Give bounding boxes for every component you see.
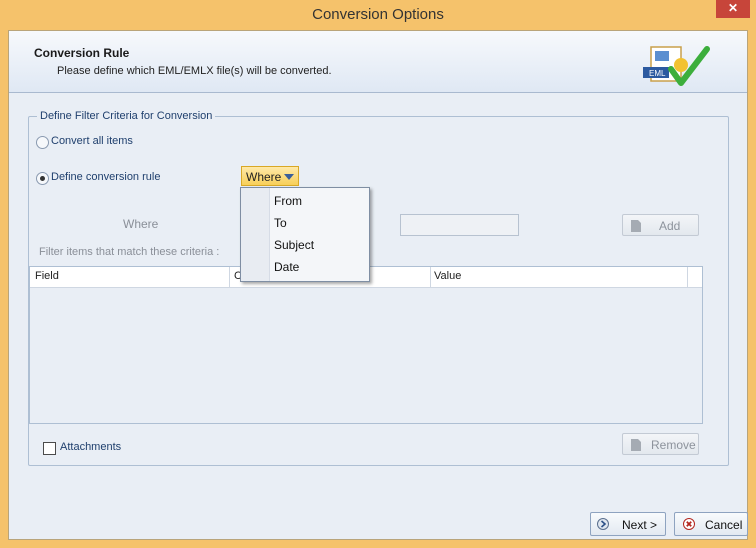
header-title: Conversion Rule xyxy=(34,46,130,60)
column-header-field[interactable]: Field xyxy=(35,270,59,282)
eml-conversion-logo-icon: EML xyxy=(641,41,711,91)
next-button[interactable]: Next > xyxy=(590,512,666,536)
remove-button[interactable]: Remove xyxy=(622,433,699,455)
menu-icon-strip xyxy=(241,188,270,281)
add-document-icon xyxy=(631,220,641,232)
menu-item-from[interactable]: From xyxy=(274,194,302,208)
menu-item-to[interactable]: To xyxy=(274,216,287,230)
convert-all-label[interactable]: Convert all items xyxy=(51,135,133,147)
add-button[interactable]: Add xyxy=(622,214,699,236)
remove-button-label: Remove xyxy=(651,438,696,452)
remove-document-icon xyxy=(631,439,641,451)
close-button[interactable]: ✕ xyxy=(716,0,750,18)
conversion-options-window: Conversion Options ✕ Conversion Rule Ple… xyxy=(0,0,756,548)
menu-item-subject[interactable]: Subject xyxy=(274,238,314,252)
attachments-checkbox[interactable] xyxy=(43,442,56,455)
column-divider xyxy=(687,267,688,287)
where-dropdown-value: Where xyxy=(246,170,282,184)
column-header-value[interactable]: Value xyxy=(434,270,461,282)
define-rule-radio[interactable] xyxy=(36,172,49,185)
cancel-button-label: Cancel xyxy=(705,518,743,532)
menu-item-date[interactable]: Date xyxy=(274,260,299,274)
convert-all-radio[interactable] xyxy=(36,136,49,149)
title-bar: Conversion Options ✕ xyxy=(0,0,756,30)
where-dropdown[interactable]: Where xyxy=(241,166,299,186)
where-dropdown-menu: From To Subject Date xyxy=(240,187,370,282)
define-rule-label[interactable]: Define conversion rule xyxy=(51,171,160,183)
window-title: Conversion Options xyxy=(312,6,444,23)
svg-text:EML: EML xyxy=(649,69,666,78)
next-button-label: Next > xyxy=(622,518,658,532)
column-divider xyxy=(229,267,230,287)
criteria-label: Filter items that match these criteria : xyxy=(39,246,220,258)
add-button-label: Add xyxy=(659,219,681,233)
criteria-grid[interactable]: Field C Value xyxy=(29,266,703,424)
column-divider xyxy=(430,267,431,287)
chevron-down-icon xyxy=(284,174,294,180)
header-panel: Conversion Rule Please define which EML/… xyxy=(9,31,747,93)
next-arrow-icon xyxy=(597,518,609,530)
filter-criteria-legend: Define Filter Criteria for Conversion xyxy=(37,110,216,122)
cancel-x-icon xyxy=(683,518,695,530)
criteria-value-input[interactable] xyxy=(400,214,519,236)
header-subtitle: Please define which EML/EMLX file(s) wil… xyxy=(57,65,332,77)
cancel-button[interactable]: Cancel xyxy=(674,512,748,536)
dialog-body: Conversion Rule Please define which EML/… xyxy=(8,30,748,540)
attachments-label[interactable]: Attachments xyxy=(60,441,121,453)
where-label: Where xyxy=(123,217,159,231)
